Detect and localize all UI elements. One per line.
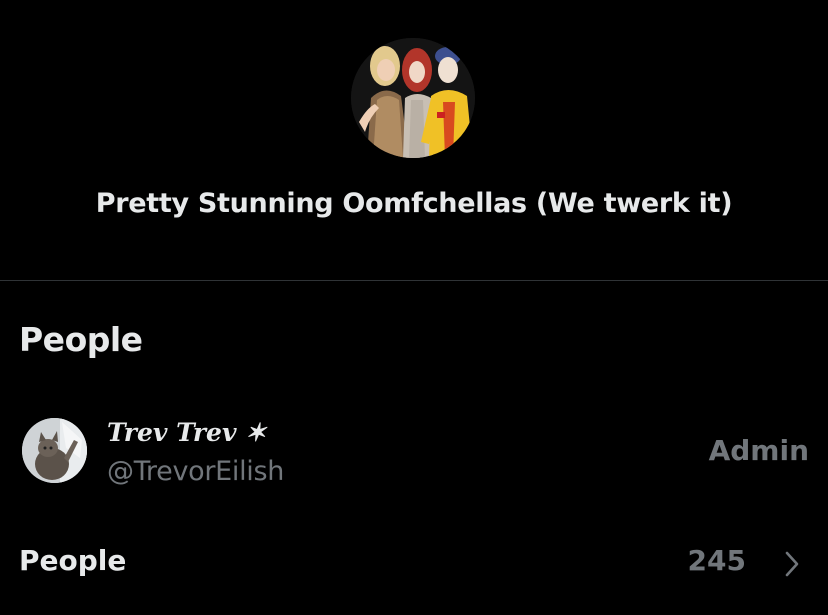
people-list-row[interactable]: People 245 <box>0 528 828 600</box>
group-title: Pretty Stunning Oomfchellas (We twerk it… <box>95 188 733 219</box>
member-display-name: Trev Trev ✶ <box>107 418 267 447</box>
member-role-badge: Admin <box>708 434 809 467</box>
member-handle: @TrevorEilish <box>107 456 285 487</box>
group-photo-image <box>351 38 475 158</box>
group-header: Pretty Stunning Oomfchellas (We twerk it… <box>0 0 828 281</box>
people-section-heading: People <box>19 320 143 359</box>
member-avatar[interactable] <box>22 418 87 483</box>
section-divider <box>0 280 828 281</box>
people-row-label: People <box>19 544 127 577</box>
chevron-right-icon <box>785 551 799 577</box>
people-count: 245 <box>687 544 746 577</box>
member-row[interactable]: Trev Trev ✶ @TrevorEilish Admin <box>0 400 828 500</box>
group-avatar[interactable] <box>351 38 475 158</box>
cat-photo-image <box>22 418 87 483</box>
